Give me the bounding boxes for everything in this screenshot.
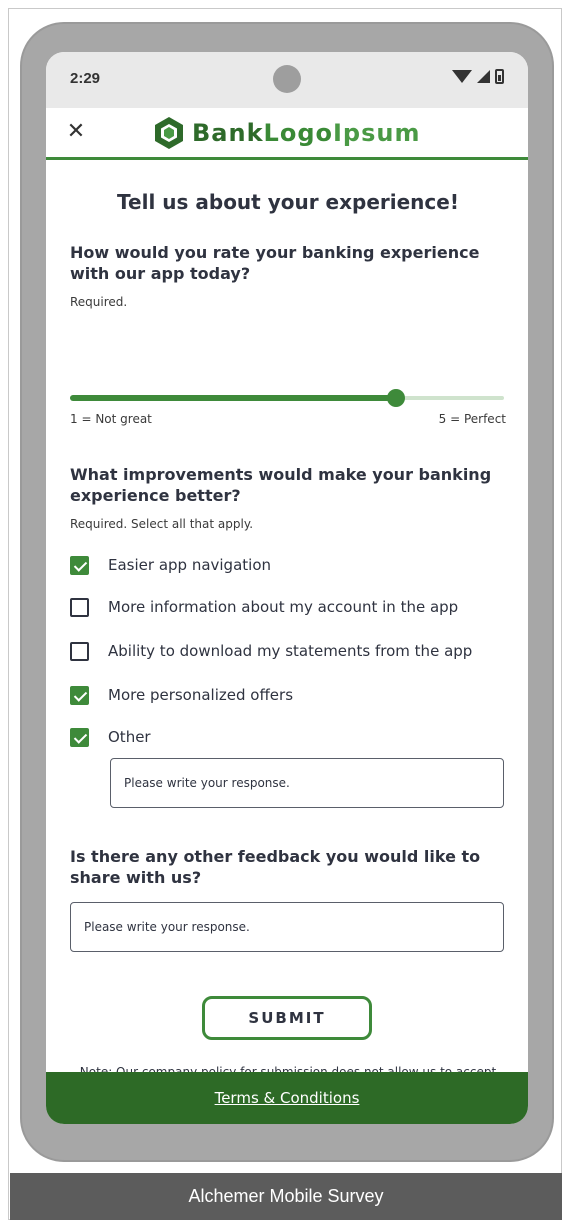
status-time: 2:29: [70, 70, 101, 87]
signal-icon: [477, 70, 490, 83]
feedback-field[interactable]: [70, 902, 504, 952]
terms-link[interactable]: Terms & Conditions: [215, 1089, 360, 1107]
question-2-title: What improvements would make your bankin…: [70, 465, 492, 505]
checkbox[interactable]: [70, 598, 89, 617]
option-label: Other: [108, 728, 151, 746]
option-label: More information about my account in the…: [108, 598, 459, 616]
option-download-statements[interactable]: Ability to download my statements from t…: [70, 640, 506, 664]
other-response-field[interactable]: [110, 758, 504, 808]
checkbox[interactable]: [70, 686, 89, 705]
option-label: More personalized offers: [108, 686, 294, 704]
logo-text-bank: Bank: [192, 119, 264, 147]
submit-button[interactable]: SUBMIT: [202, 996, 372, 1040]
app-header: ✕ BankLogoIpsum: [46, 108, 528, 160]
status-bar: 2:29: [46, 52, 528, 108]
other-response-input[interactable]: [111, 759, 503, 807]
caption-bar: Alchemer Mobile Survey: [10, 1173, 562, 1220]
option-label: Easier app navigation: [108, 556, 272, 574]
caption-text: Alchemer Mobile Survey: [188, 1186, 384, 1206]
checkbox[interactable]: [70, 728, 89, 747]
slider-max-label: 5 = Perfect: [438, 412, 506, 426]
footer-bar: Terms & Conditions: [46, 1072, 528, 1124]
question-2-required: Required. Select all that apply.: [70, 517, 254, 531]
question-1-required: Required.: [70, 295, 128, 309]
wifi-icon: [452, 70, 472, 83]
camera-icon: [273, 65, 301, 93]
checkbox[interactable]: [70, 556, 89, 575]
battery-icon: [495, 69, 504, 84]
option-more-account-info[interactable]: More information about my account in the…: [70, 596, 506, 620]
status-icons: [452, 69, 504, 84]
option-other[interactable]: Other: [70, 726, 506, 750]
logo-mark-icon: [155, 117, 183, 149]
logo-text-logo: Logo: [263, 119, 333, 147]
logo-text: BankLogoIpsum: [192, 119, 421, 147]
checkbox[interactable]: [70, 642, 89, 661]
slider-thumb[interactable]: [387, 389, 405, 407]
close-icon[interactable]: ✕: [64, 120, 88, 144]
rating-slider[interactable]: [70, 388, 504, 408]
option-easier-navigation[interactable]: Easier app navigation: [70, 554, 506, 578]
logo-text-ipsum: Ipsum: [333, 119, 421, 147]
brand-logo: BankLogoIpsum: [152, 116, 421, 150]
option-personalized-offers[interactable]: More personalized offers: [70, 684, 506, 708]
feedback-input[interactable]: [71, 903, 503, 951]
survey-title: Tell us about your experience!: [117, 190, 459, 214]
question-1-title: How would you rate your banking experien…: [70, 243, 480, 283]
slider-fill: [70, 395, 396, 401]
question-3-title: Is there any other feedback you would li…: [70, 847, 481, 887]
phone-screen: 2:29 ✕ BankLogoIpsum Tell us about your …: [46, 52, 528, 1124]
slider-min-label: 1 = Not great: [70, 412, 152, 426]
option-label: Ability to download my statements from t…: [108, 642, 473, 660]
